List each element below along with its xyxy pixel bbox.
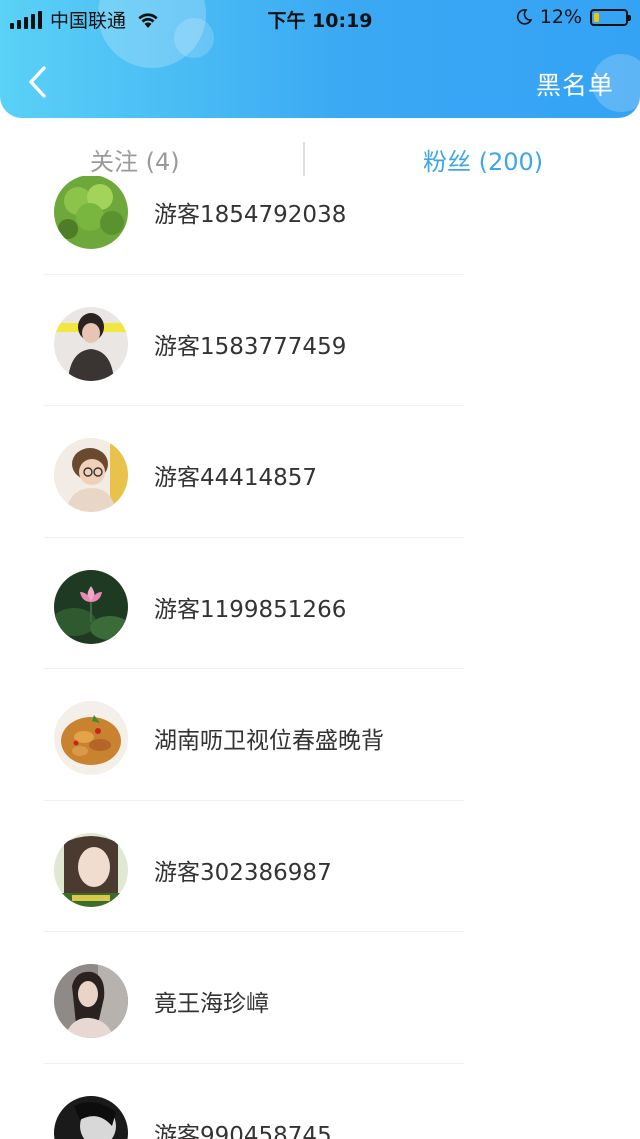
fan-name: 湖南呖卫视位春盛晚背 <box>154 728 384 754</box>
avatar <box>54 832 128 907</box>
avatar <box>54 569 128 644</box>
moon-icon <box>516 9 532 25</box>
list-item[interactable]: 游客1854792038 <box>0 176 640 275</box>
avatar <box>54 1095 128 1139</box>
avatar <box>54 176 128 249</box>
list-item[interactable]: 游客990458745 <box>0 1064 640 1139</box>
fans-list: 游客1854792038 游客1583777459 游客44414857 游客1… <box>0 176 640 1139</box>
fan-name: 竟王海珍嶂 <box>154 991 269 1017</box>
list-item[interactable]: 湖南呖卫视位春盛晚背 <box>0 669 640 801</box>
chevron-left-icon <box>29 66 46 98</box>
header-bar: 中国联通 下午 10:19 12% 黑名单 <box>0 0 640 118</box>
fan-name: 游客1199851266 <box>154 596 347 623</box>
status-bar: 中国联通 下午 10:19 12% <box>0 0 640 38</box>
list-item[interactable]: 游客302386987 <box>0 801 640 932</box>
avatar <box>54 306 128 381</box>
fans-screen: 中国联通 下午 10:19 12% 黑名单 关注 (4) 粉丝 (200) 游客… <box>0 0 640 1139</box>
avatar <box>54 701 128 775</box>
fan-name: 游客1583777459 <box>154 333 347 360</box>
battery-icon <box>590 8 631 26</box>
list-item[interactable]: 游客1583777459 <box>0 275 640 406</box>
list-item[interactable]: 游客44414857 <box>0 406 640 538</box>
back-button[interactable] <box>22 62 58 102</box>
tab-divider <box>303 142 305 176</box>
blacklist-button[interactable]: 黑名单 <box>536 66 614 102</box>
fan-name: 游客44414857 <box>154 465 318 491</box>
list-item[interactable]: 竟王海珍嶂 <box>0 932 640 1064</box>
list-item[interactable]: 游客1199851266 <box>0 538 640 669</box>
fan-name: 游客302386987 <box>154 859 332 886</box>
avatar <box>54 438 128 512</box>
tab-following[interactable]: 关注 (4) <box>90 142 180 177</box>
avatar <box>54 964 128 1038</box>
battery-percent: 12% <box>539 6 582 28</box>
fan-name: 游客990458745 <box>154 1122 332 1139</box>
fan-name: 游客1854792038 <box>154 202 347 228</box>
tab-fans[interactable]: 粉丝 (200) <box>423 142 543 177</box>
